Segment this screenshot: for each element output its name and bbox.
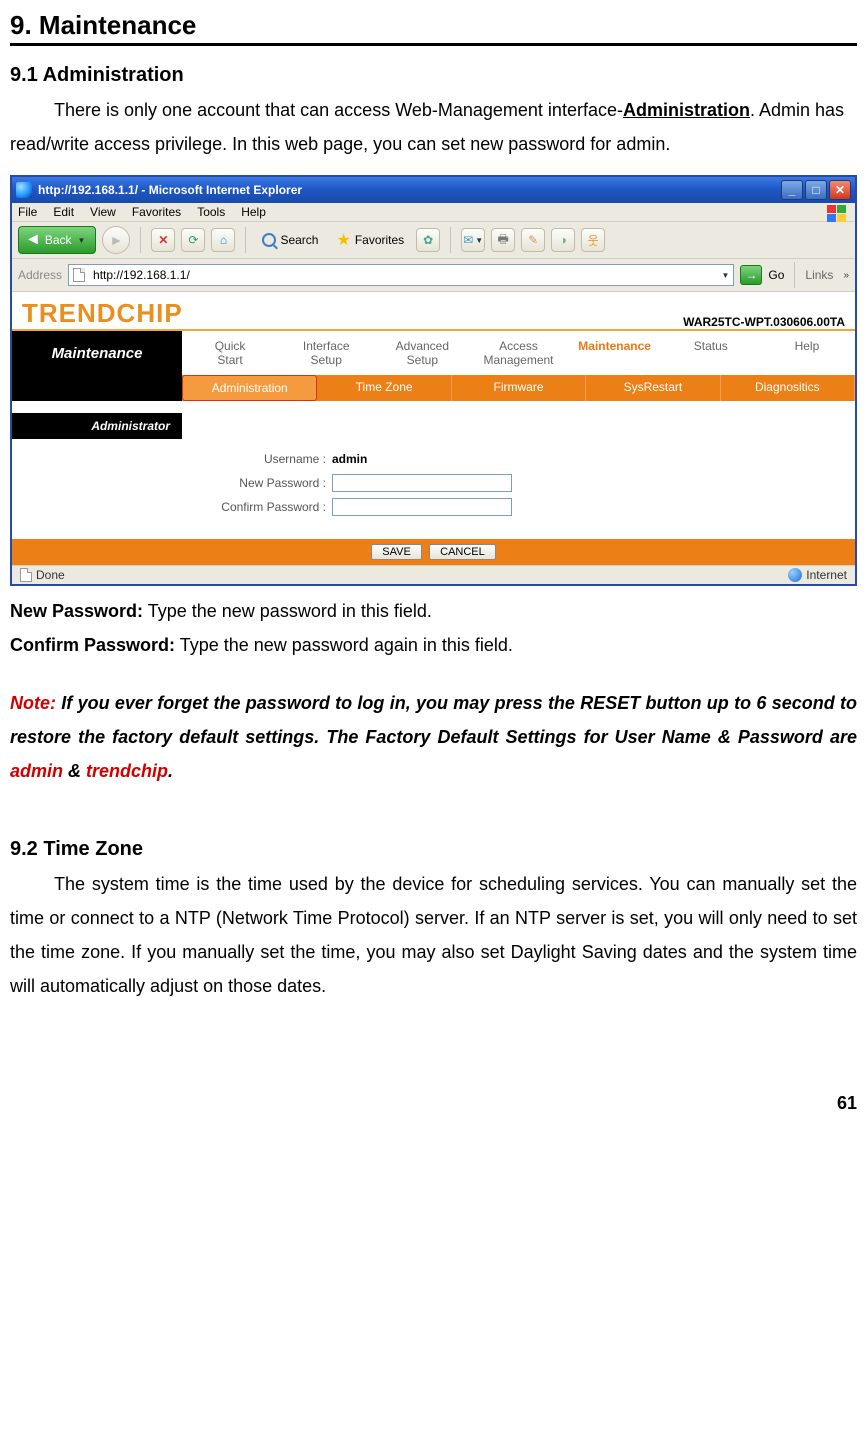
note-trendchip: trendchip: [86, 761, 168, 781]
dropdown-icon[interactable]: ▼: [721, 271, 729, 280]
status-page-icon: [20, 568, 32, 582]
subtab-diagnostics[interactable]: Diagnositics: [721, 375, 855, 401]
go-label: Go: [768, 268, 784, 282]
note-dot: .: [168, 761, 173, 781]
new-password-label: New Password :: [182, 476, 332, 490]
tab-maintenance[interactable]: Maintenance: [567, 331, 663, 375]
star-icon: ★: [336, 230, 350, 250]
save-button[interactable]: SAVE: [371, 544, 422, 560]
address-input[interactable]: http://192.168.1.1/ ▼: [68, 264, 734, 286]
section-heading-9-1: 9.1 Administration: [10, 64, 857, 87]
menu-favorites[interactable]: Favorites: [132, 205, 181, 219]
confirm-password-field[interactable]: [332, 498, 512, 516]
menu-edit[interactable]: Edit: [53, 205, 74, 219]
back-button[interactable]: ◄ Back ▼: [18, 226, 96, 254]
go-button[interactable]: →: [740, 265, 762, 285]
menu-view[interactable]: View: [90, 205, 116, 219]
mail-button[interactable]: ✉▼: [461, 228, 485, 252]
dropdown-icon: ▼: [78, 236, 86, 245]
toolbar: ◄ Back ▼ ► ✕ ⟳ ⌂ Search ★ Favorites ✿ ✉▼…: [12, 222, 855, 259]
new-password-text: Type the new password in this field.: [143, 601, 432, 621]
status-zone: Internet: [806, 568, 847, 582]
administration-link-word: Administration: [623, 100, 750, 120]
discuss-button[interactable]: ◑: [551, 228, 575, 252]
intro-lead: There is only one account that can acces…: [54, 100, 623, 120]
status-bar: Done Internet: [12, 565, 855, 584]
page-icon: [73, 268, 85, 282]
new-password-field[interactable]: [332, 474, 512, 492]
subtab-time-zone[interactable]: Time Zone: [317, 375, 451, 401]
menu-tools[interactable]: Tools: [197, 205, 225, 219]
windows-flag-icon: [827, 205, 849, 223]
search-icon: [262, 233, 276, 247]
tab-access-management[interactable]: Access Management: [470, 331, 566, 375]
history-button[interactable]: ✿: [416, 228, 440, 252]
tab-interface-setup[interactable]: Interface Setup: [278, 331, 374, 375]
router-page: TRENDCHIP WAR25TC-WPT.030606.00TA Mainte…: [12, 292, 855, 565]
confirm-password-description: Confirm Password: Type the new password …: [10, 628, 857, 662]
note-prefix: Note:: [10, 693, 56, 713]
refresh-button[interactable]: ⟳: [181, 228, 205, 252]
search-label: Search: [280, 233, 318, 247]
subtab-administration[interactable]: Administration: [182, 375, 317, 401]
address-label: Address: [18, 268, 62, 282]
note-admin: admin: [10, 761, 63, 781]
back-arrow-icon: ◄: [25, 231, 41, 249]
minimize-button[interactable]: _: [781, 180, 803, 200]
ie-icon: [16, 182, 32, 198]
section-administrator-label: Administrator: [12, 413, 182, 439]
print-button[interactable]: 🖶: [491, 228, 515, 252]
confirm-password-text: Type the new password again in this fiel…: [175, 635, 513, 655]
brand-logo: TRENDCHIP: [22, 298, 183, 329]
window-titlebar: http://192.168.1.1/ - Microsoft Internet…: [12, 177, 855, 203]
cancel-button[interactable]: CANCEL: [429, 544, 496, 560]
menu-file[interactable]: File: [18, 205, 37, 219]
menu-bar: File Edit View Favorites Tools Help: [12, 203, 855, 222]
confirm-password-term: Confirm Password:: [10, 635, 175, 655]
forward-button[interactable]: ►: [102, 226, 130, 254]
tab-status[interactable]: Status: [663, 331, 759, 375]
username-label: Username :: [182, 452, 332, 466]
messenger-button[interactable]: 웃: [581, 228, 605, 252]
section-heading-9-2: 9.2 Time Zone: [10, 838, 857, 861]
menu-help[interactable]: Help: [241, 205, 266, 219]
tab-help[interactable]: Help: [759, 331, 855, 375]
maximize-button[interactable]: □: [805, 180, 827, 200]
subtab-firmware[interactable]: Firmware: [452, 375, 586, 401]
tab-advanced-setup[interactable]: Advanced Setup: [374, 331, 470, 375]
address-value: http://192.168.1.1/: [93, 268, 190, 282]
home-button[interactable]: ⌂: [211, 228, 235, 252]
note-paragraph: Note: If you ever forget the password to…: [10, 686, 857, 788]
internet-zone-icon: [788, 568, 802, 582]
chevron-icon[interactable]: »: [843, 270, 849, 281]
tab-quick-start[interactable]: Quick Start: [182, 331, 278, 375]
firmware-version: WAR25TC-WPT.030606.00TA: [683, 315, 845, 329]
favorites-button[interactable]: ★ Favorites: [330, 228, 410, 252]
address-bar-row: Address http://192.168.1.1/ ▼ → Go Links…: [12, 259, 855, 292]
links-label[interactable]: Links: [805, 268, 837, 282]
search-button[interactable]: Search: [256, 231, 324, 249]
confirm-password-label: Confirm Password :: [182, 500, 332, 514]
nav-section-label: Maintenance: [12, 331, 182, 375]
close-button[interactable]: ✕: [829, 180, 851, 200]
subtab-sysrestart[interactable]: SysRestart: [586, 375, 720, 401]
note-text-1: If you ever forget the password to log i…: [10, 693, 857, 747]
window-title: http://192.168.1.1/ - Microsoft Internet…: [38, 183, 781, 197]
new-password-description: New Password: Type the new password in t…: [10, 594, 857, 628]
new-password-term: New Password:: [10, 601, 143, 621]
favorites-label: Favorites: [355, 233, 404, 247]
username-value: admin: [332, 452, 367, 466]
page-number: 61: [10, 1093, 857, 1114]
status-done: Done: [36, 568, 65, 582]
intro-paragraph: There is only one account that can acces…: [10, 93, 857, 161]
time-zone-paragraph: The system time is the time used by the …: [10, 867, 857, 1003]
chapter-heading: 9. Maintenance: [10, 10, 857, 46]
note-amp: &: [63, 761, 86, 781]
back-label: Back: [45, 233, 72, 247]
edit-button[interactable]: ✎: [521, 228, 545, 252]
browser-screenshot: http://192.168.1.1/ - Microsoft Internet…: [10, 175, 857, 586]
stop-button[interactable]: ✕: [151, 228, 175, 252]
